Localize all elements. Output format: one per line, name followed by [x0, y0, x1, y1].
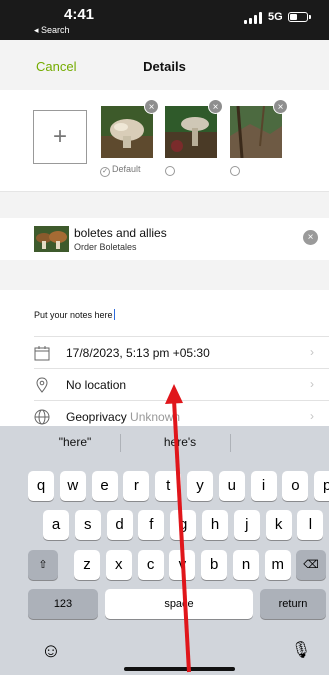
section-divider	[0, 192, 329, 218]
space-key[interactable]: space	[105, 589, 253, 619]
key-k[interactable]: k	[265, 510, 292, 540]
chevron-right-icon: ›	[310, 409, 314, 423]
default-photo-radio[interactable]: ✓ Default	[100, 164, 141, 177]
key-w[interactable]: w	[59, 471, 86, 501]
geoprivacy-label: Geoprivacy Unknown	[66, 410, 181, 424]
photo-thumbnail-2[interactable]: ×	[165, 99, 223, 158]
nav-bar: Cancel Details	[0, 40, 329, 90]
key-e[interactable]: e	[91, 471, 118, 501]
chevron-right-icon: ›	[310, 377, 314, 391]
signal-icon	[244, 12, 264, 24]
taxon-name: boletes and allies	[74, 226, 167, 240]
remove-photo-2-button[interactable]: ×	[208, 99, 223, 114]
key-b[interactable]: b	[201, 550, 228, 580]
notes-input[interactable]: Put your notes here	[34, 309, 115, 320]
suggestion-divider	[120, 434, 121, 452]
status-time: 4:41	[64, 6, 95, 23]
battery-tip	[309, 15, 311, 19]
key-i[interactable]: i	[250, 471, 277, 501]
page-title: Details	[143, 59, 186, 74]
datetime-value: 17/8/2023, 5:13 pm +05:30	[66, 346, 210, 360]
key-d[interactable]: d	[106, 510, 133, 540]
check-icon: ✓	[100, 167, 110, 177]
key-r[interactable]: r	[123, 471, 150, 501]
key-x[interactable]: x	[105, 550, 132, 580]
back-to-search-link[interactable]: ◂ Search	[34, 25, 70, 36]
default-label: Default	[112, 164, 141, 174]
key-s[interactable]: s	[74, 510, 101, 540]
add-photo-button[interactable]: +	[33, 110, 87, 164]
key-v[interactable]: v	[169, 550, 196, 580]
return-key[interactable]: return	[260, 589, 326, 619]
numbers-key[interactable]: 123	[28, 589, 98, 619]
suggestion-bar: "here" here's	[0, 426, 329, 460]
delete-key[interactable]: ⌫	[296, 550, 326, 580]
key-n[interactable]: n	[233, 550, 259, 580]
key-h[interactable]: h	[202, 510, 228, 540]
photo-strip: + × × ×	[0, 90, 329, 192]
key-g[interactable]: g	[170, 510, 197, 540]
key-z[interactable]: z	[74, 550, 100, 580]
shift-key[interactable]: ⇧	[28, 550, 58, 580]
taxon-rank: Order Boletales	[74, 242, 137, 252]
location-pin-icon	[36, 377, 48, 393]
network-type: 5G	[268, 11, 283, 23]
notes-text: Put your notes here	[34, 310, 113, 320]
key-p[interactable]: p	[314, 471, 329, 501]
key-m[interactable]: m	[264, 550, 291, 580]
location-row[interactable]: No location ›	[34, 368, 329, 400]
photo-3-default-radio[interactable]	[230, 166, 240, 176]
clear-taxon-button[interactable]: ×	[303, 230, 318, 245]
geoprivacy-value: Unknown	[130, 410, 181, 424]
calendar-icon	[34, 346, 50, 361]
home-indicator	[124, 667, 235, 671]
taxon-photo	[34, 226, 69, 252]
microphone-key[interactable]: 🎙	[288, 636, 314, 666]
taxon-row[interactable]: boletes and allies Order Boletales	[0, 218, 329, 260]
key-l[interactable]: l	[297, 510, 324, 540]
section-divider	[0, 260, 329, 290]
location-value: No location	[66, 378, 127, 392]
remove-photo-3-button[interactable]: ×	[273, 99, 288, 114]
key-c[interactable]: c	[137, 550, 164, 580]
suggestion-divider	[230, 434, 231, 452]
photo-2-default-radio[interactable]	[165, 166, 175, 176]
photo-thumbnail-1[interactable]: ×	[101, 99, 159, 158]
mushroom-photo	[101, 106, 153, 158]
battery-icon	[288, 12, 308, 22]
chevron-right-icon: ›	[310, 345, 314, 359]
key-j[interactable]: j	[233, 510, 260, 540]
on-screen-keyboard: "here" here's qwertyuiop asdfghjkl zxcvb…	[0, 426, 329, 675]
key-o[interactable]: o	[282, 471, 309, 501]
suggestion-1[interactable]: "here"	[40, 435, 110, 449]
globe-icon	[34, 409, 50, 425]
forest-photo	[230, 106, 282, 158]
text-cursor	[113, 309, 115, 320]
key-t[interactable]: t	[155, 471, 182, 501]
status-bar: 4:41 ◂ Search 5G	[0, 0, 329, 40]
suggestion-2[interactable]: here's	[140, 435, 220, 449]
photo-thumbnail-3[interactable]: ×	[230, 99, 288, 158]
key-y[interactable]: y	[187, 471, 213, 501]
key-q[interactable]: q	[28, 471, 54, 501]
key-f[interactable]: f	[138, 510, 165, 540]
key-a[interactable]: a	[43, 510, 69, 540]
emoji-key[interactable]: ☺	[38, 636, 64, 666]
mushroom-photo	[165, 106, 217, 158]
remove-photo-1-button[interactable]: ×	[144, 99, 159, 114]
key-u[interactable]: u	[218, 471, 245, 501]
datetime-row[interactable]: 17/8/2023, 5:13 pm +05:30 ›	[34, 336, 329, 368]
